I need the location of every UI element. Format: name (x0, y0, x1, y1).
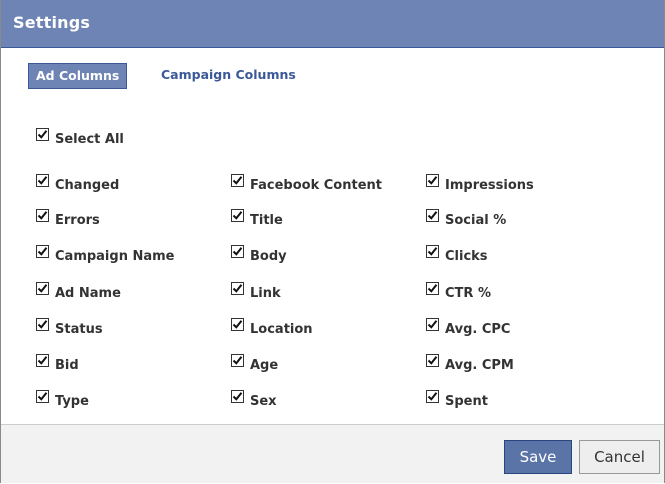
checkbox-checked-icon[interactable] (36, 354, 49, 367)
dialog-footer: Save Cancel (1, 424, 664, 483)
checkbox-label: Errors (55, 213, 100, 228)
checkbox-changed[interactable]: Changed (36, 172, 119, 193)
checkbox-label: Avg. CPC (445, 322, 511, 337)
checkbox-checked-icon[interactable] (231, 282, 244, 295)
checkbox-title[interactable]: Title (231, 207, 283, 228)
checkbox-label: Avg. CPM (445, 358, 514, 373)
checkbox-age[interactable]: Age (231, 352, 278, 373)
checkbox-impressions[interactable]: Impressions (426, 172, 534, 193)
checkbox-checked-icon[interactable] (426, 245, 439, 258)
checkbox-label: Sex (250, 394, 277, 409)
checkbox-checked-icon[interactable] (426, 354, 439, 367)
checkbox-label: Bid (55, 358, 79, 373)
checkbox-status[interactable]: Status (36, 316, 103, 337)
checkbox-checked-icon[interactable] (426, 209, 439, 222)
checkbox-label: Location (250, 322, 313, 337)
checkbox-checked-icon[interactable] (426, 390, 439, 403)
settings-dialog: Settings Ad Columns Campaign Columns Sel… (0, 0, 665, 483)
checkbox-label: Age (250, 358, 279, 373)
checkbox-checked-icon[interactable] (36, 245, 49, 258)
checkbox-label: Impressions (445, 178, 534, 193)
checkbox-label: Facebook Content (250, 178, 382, 193)
tab-ad-columns[interactable]: Ad Columns (28, 63, 128, 89)
checkbox-label: Social % (445, 213, 507, 228)
dialog-titlebar: Settings (1, 0, 664, 48)
checkbox-bid[interactable]: Bid (36, 352, 79, 373)
checkbox-campaign-name[interactable]: Campaign Name (36, 243, 175, 264)
select-all-label: Select All (55, 132, 124, 147)
checkbox-checked-icon[interactable] (36, 282, 49, 295)
checkbox-checked-icon[interactable] (231, 390, 244, 403)
checkbox-label: Changed (55, 178, 120, 193)
cancel-button[interactable]: Cancel (579, 440, 660, 474)
checkbox-checked-icon[interactable] (426, 282, 439, 295)
checkbox-checked-icon[interactable] (231, 174, 244, 187)
checkbox-link[interactable]: Link (231, 280, 281, 301)
checkbox-checked-icon[interactable] (36, 128, 49, 141)
select-all-checkbox[interactable]: Select All (36, 126, 124, 147)
checkbox-errors[interactable]: Errors (36, 207, 100, 228)
checkbox-sex[interactable]: Sex (231, 388, 277, 409)
checkbox-social-percent[interactable]: Social % (426, 207, 506, 228)
checkbox-ad-name[interactable]: Ad Name (36, 280, 121, 301)
checkbox-avg-cpm[interactable]: Avg. CPM (426, 352, 514, 373)
checkbox-checked-icon[interactable] (36, 318, 49, 331)
checkbox-label: Body (250, 249, 287, 264)
checkbox-label: Campaign Name (55, 249, 175, 264)
checkbox-checked-icon[interactable] (231, 209, 244, 222)
checkbox-checked-icon[interactable] (231, 318, 244, 331)
checkbox-checked-icon[interactable] (426, 174, 439, 187)
checkbox-label: Spent (445, 394, 488, 409)
dialog-title: Settings (13, 13, 91, 32)
checkbox-checked-icon[interactable] (231, 245, 244, 258)
checkbox-spent[interactable]: Spent (426, 388, 488, 409)
checkbox-label: Status (55, 322, 103, 337)
checkbox-location[interactable]: Location (231, 316, 313, 337)
checkbox-avg-cpc[interactable]: Avg. CPC (426, 316, 510, 337)
checkbox-label: Type (55, 394, 89, 409)
checkbox-checked-icon[interactable] (36, 209, 49, 222)
checkbox-checked-icon[interactable] (231, 354, 244, 367)
checkbox-body[interactable]: Body (231, 243, 287, 264)
save-button[interactable]: Save (504, 440, 572, 474)
checkbox-label: Title (250, 213, 283, 228)
checkbox-ctr-percent[interactable]: CTR % (426, 280, 491, 301)
checkbox-label: Ad Name (55, 286, 121, 301)
checkbox-facebook-content[interactable]: Facebook Content (231, 172, 382, 193)
checkbox-type[interactable]: Type (36, 388, 89, 409)
checkbox-label: CTR % (445, 286, 491, 301)
checkbox-checked-icon[interactable] (36, 174, 49, 187)
checkbox-checked-icon[interactable] (426, 318, 439, 331)
tab-campaign-columns[interactable]: Campaign Columns (154, 63, 303, 87)
checkbox-label: Link (250, 286, 281, 301)
checkbox-checked-icon[interactable] (36, 390, 49, 403)
checkbox-label: Clicks (445, 249, 488, 264)
checkbox-clicks[interactable]: Clicks (426, 243, 488, 264)
